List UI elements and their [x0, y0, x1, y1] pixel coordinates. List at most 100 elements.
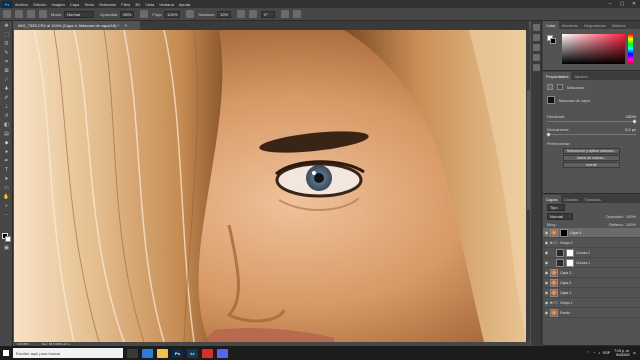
brush-tool-icon[interactable] — [15, 10, 23, 18]
feather-slider-handle[interactable] — [546, 132, 551, 137]
minimize-button[interactable]: – — [604, 0, 616, 8]
blur-tool-icon[interactable]: ◆ — [2, 139, 11, 147]
eyedropper-tool-icon[interactable]: ⁄ — [2, 76, 11, 84]
visibility-eye-icon[interactable]: ◉ — [543, 280, 550, 285]
visibility-eye-icon[interactable]: ◉ — [543, 260, 550, 265]
history-brush-icon[interactable]: ↺ — [2, 112, 11, 120]
paragraph-panel-icon[interactable] — [533, 54, 540, 61]
clock[interactable]: 7:19 p. m. 9/4/2020 — [614, 349, 630, 357]
layer-mask-thumbnail[interactable] — [547, 96, 555, 104]
taskbar-app-icon[interactable] — [157, 348, 168, 358]
layer-row[interactable]: ◉ ▸▭ Grupo 1 — [543, 298, 640, 308]
color-range-button[interactable]: Gama de colores... — [563, 155, 620, 161]
more-tools-icon[interactable]: ⋯ — [2, 211, 11, 219]
menu-ventana[interactable]: Ventana — [159, 2, 174, 7]
folder-icon[interactable]: ▸▭ — [550, 299, 558, 307]
layer-row[interactable]: ◉ Capa 2 — [543, 278, 640, 288]
brush-settings-icon[interactable] — [39, 10, 47, 18]
smoothing-field[interactable]: 10% — [217, 10, 232, 18]
gradient-tool-icon[interactable]: ▤ — [2, 130, 11, 138]
brush-tool-icon[interactable]: ✐ — [2, 94, 11, 102]
feather-slider[interactable] — [546, 132, 636, 137]
layer-row[interactable]: ◉ Curvas 2 — [543, 248, 640, 258]
layer-row[interactable]: ◉ Capa 1 — [543, 288, 640, 298]
panel-background-swatch[interactable] — [550, 38, 556, 44]
menu-edicion[interactable]: Edición — [33, 2, 46, 7]
tab-adjustments[interactable]: Ajustes — [571, 72, 590, 80]
taskbar-search[interactable]: Escribe aquí para buscar — [13, 348, 123, 358]
tray-chevron-icon[interactable]: ⌃ — [587, 351, 590, 355]
opacity-field[interactable]: 80% — [120, 10, 135, 18]
tab-channels[interactable]: Canales — [561, 195, 582, 203]
close-button[interactable]: ✕ — [628, 0, 640, 8]
hand-tool-icon[interactable]: ✋ — [2, 193, 11, 201]
feather-value[interactable]: 0,0 px — [625, 127, 636, 132]
dodge-tool-icon[interactable]: ● — [2, 148, 11, 156]
layer-mask-thumbnail[interactable] — [566, 248, 574, 257]
visibility-eye-icon[interactable]: ◉ — [543, 310, 550, 315]
layer-thumbnail[interactable] — [550, 228, 558, 237]
crop-tool-icon[interactable]: ⌗ — [2, 58, 11, 66]
layer-opacity-value[interactable]: 100% — [626, 214, 636, 219]
color-field[interactable] — [562, 34, 625, 64]
menu-imagen[interactable]: Imagen — [51, 2, 64, 7]
quick-select-tool-icon[interactable]: ✎ — [2, 49, 11, 57]
taskbar-app-icon[interactable] — [142, 348, 153, 358]
invert-button[interactable]: Invertir — [563, 162, 620, 168]
screen-mode-icon[interactable]: ▣ — [2, 244, 11, 252]
layer-mask-thumbnail[interactable] — [560, 228, 568, 237]
character-panel-icon[interactable] — [533, 44, 540, 51]
history-panel-icon[interactable] — [533, 24, 540, 31]
home-icon[interactable] — [3, 10, 11, 18]
marquee-tool-icon[interactable]: ⬚ — [2, 31, 11, 39]
clone-stamp-icon[interactable]: ⊥ — [2, 103, 11, 111]
close-document-icon[interactable]: ✕ — [124, 23, 127, 28]
visibility-eye-icon[interactable]: ◉ — [543, 250, 550, 255]
type-tool-icon[interactable]: T — [2, 166, 11, 174]
density-value[interactable]: 100% — [626, 114, 636, 119]
brush-preset-icon[interactable] — [27, 10, 35, 18]
path-select-icon[interactable]: ➤ — [2, 175, 11, 183]
layer-filter-select[interactable]: Tipo — [547, 204, 565, 211]
taskbar-app-icon[interactable]: Ps — [172, 348, 183, 358]
menu-filtro[interactable]: Filtro — [121, 2, 130, 7]
tab-gradients[interactable]: Degradados — [581, 21, 609, 29]
menu-archivo[interactable]: Archivo — [15, 2, 28, 7]
blend-mode-select[interactable]: Normal — [547, 213, 573, 220]
pixel-mask-icon[interactable] — [547, 84, 553, 90]
hue-slider[interactable] — [628, 34, 633, 64]
eraser-tool-icon[interactable]: ◧ — [2, 121, 11, 129]
healing-brush-icon[interactable]: ✚ — [2, 85, 11, 93]
brush-panel-icon[interactable] — [533, 34, 540, 41]
layer-row[interactable]: ◉ Capa 4 — [543, 228, 640, 238]
smoothing-settings-icon[interactable] — [237, 10, 246, 18]
start-button[interactable] — [0, 346, 12, 360]
layer-row[interactable]: ◉ Fondo — [543, 308, 640, 318]
vector-mask-icon[interactable] — [557, 84, 563, 90]
tab-paths[interactable]: Trazados — [581, 195, 604, 203]
pen-tool-icon[interactable]: ✒ — [2, 157, 11, 165]
visibility-eye-icon[interactable]: ◉ — [543, 270, 550, 275]
visibility-eye-icon[interactable]: ◉ — [543, 290, 550, 295]
language-indicator[interactable]: ESP — [603, 351, 610, 355]
taskbar-app-icon[interactable] — [217, 348, 228, 358]
frame-tool-icon[interactable]: ⊠ — [2, 67, 11, 75]
taskbar-app-icon[interactable] — [127, 348, 138, 358]
density-slider-handle[interactable] — [632, 119, 637, 124]
layer-mask-thumbnail[interactable] — [566, 258, 574, 267]
angle-field[interactable]: 0° — [261, 10, 276, 18]
angle-icon[interactable] — [249, 10, 258, 18]
maximize-button[interactable]: ▢ — [616, 0, 628, 8]
menu-seleccion[interactable]: Selección — [99, 2, 116, 7]
notifications-icon[interactable]: ▭ — [633, 351, 636, 355]
menu-capa[interactable]: Capa — [70, 2, 80, 7]
visibility-eye-icon[interactable]: ◉ — [543, 300, 550, 305]
tab-patterns[interactable]: Motivos — [609, 21, 629, 29]
taskbar-app-icon[interactable]: Lr — [187, 348, 198, 358]
tab-layers[interactable]: Capas — [543, 195, 561, 203]
move-tool-icon[interactable]: ✥ — [2, 22, 11, 30]
photoshop-logo[interactable]: Ps — [2, 0, 12, 8]
menu-texto[interactable]: Texto — [84, 2, 94, 7]
layer-row[interactable]: ◉ Curvas 1 — [543, 258, 640, 268]
taskbar-app-icon[interactable] — [202, 348, 213, 358]
